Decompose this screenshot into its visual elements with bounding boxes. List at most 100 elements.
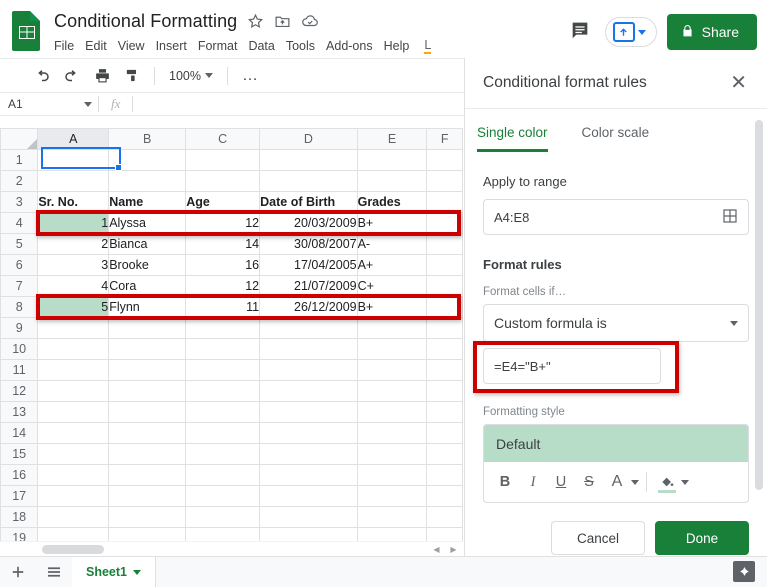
cell-C14[interactable] (185, 422, 261, 444)
all-sheets-icon[interactable] (36, 557, 72, 587)
cell-A1[interactable] (37, 149, 110, 171)
menu-data[interactable]: Data (248, 39, 274, 53)
cell-C1[interactable] (185, 149, 261, 171)
bold-button[interactable]: B (492, 468, 518, 496)
cell-B7[interactable]: Cora (108, 275, 187, 297)
select-all-corner[interactable] (0, 128, 39, 150)
cell-A11[interactable] (37, 359, 110, 381)
cell-C13[interactable] (185, 401, 261, 423)
cell-D15[interactable] (259, 443, 358, 465)
cell-B9[interactable] (108, 317, 187, 339)
menu-file[interactable]: File (54, 39, 74, 53)
menu-edit[interactable]: Edit (85, 39, 107, 53)
cell-C9[interactable] (185, 317, 261, 339)
cell-B16[interactable] (108, 464, 187, 486)
cell-B10[interactable] (108, 338, 187, 360)
fill-handle[interactable] (115, 164, 122, 171)
cell-C10[interactable] (185, 338, 261, 360)
cell-C11[interactable] (185, 359, 261, 381)
cell-E9[interactable] (356, 317, 428, 339)
cell-C17[interactable] (185, 485, 261, 507)
cell-E18[interactable] (356, 506, 428, 528)
cell-C12[interactable] (185, 380, 261, 402)
column-header-b[interactable]: B (108, 128, 187, 150)
cell-B13[interactable] (108, 401, 187, 423)
column-header-e[interactable]: E (356, 128, 428, 150)
cell-A14[interactable] (37, 422, 110, 444)
cell-F13[interactable] (426, 401, 463, 423)
page-title[interactable]: Conditional Formatting (54, 11, 237, 32)
cell-D2[interactable] (259, 170, 358, 192)
row-header-10[interactable]: 10 (0, 338, 39, 360)
more-options-button[interactable]: … (236, 67, 265, 85)
cell-B17[interactable] (108, 485, 187, 507)
sheet-tab-sheet1[interactable]: Sheet1 (72, 556, 156, 587)
range-input[interactable]: A4:E8 (483, 199, 749, 235)
cell-E8[interactable]: B+ (356, 296, 428, 318)
menu-format[interactable]: Format (198, 39, 238, 53)
share-button[interactable]: Share (666, 14, 757, 50)
cell-F5[interactable] (426, 233, 463, 255)
row-header-16[interactable]: 16 (0, 464, 39, 486)
cell-C8[interactable]: 11 (185, 296, 261, 318)
redo-icon[interactable] (58, 63, 86, 89)
cell-D8[interactable]: 26/12/2009 (259, 296, 358, 318)
cell-F10[interactable] (426, 338, 463, 360)
cell-B8[interactable]: Flynn (108, 296, 187, 318)
cell-D9[interactable] (259, 317, 358, 339)
cell-F4[interactable] (426, 212, 463, 234)
menu-insert[interactable]: Insert (156, 39, 187, 53)
cell-B15[interactable] (108, 443, 187, 465)
menu-help[interactable]: Help (384, 39, 410, 53)
cell-F8[interactable] (426, 296, 463, 318)
cell-E16[interactable] (356, 464, 428, 486)
cell-D16[interactable] (259, 464, 358, 486)
star-icon[interactable] (247, 13, 264, 30)
row-header-13[interactable]: 13 (0, 401, 39, 423)
cell-A13[interactable] (37, 401, 110, 423)
cell-E1[interactable] (356, 149, 428, 171)
cell-F14[interactable] (426, 422, 463, 444)
cell-F12[interactable] (426, 380, 463, 402)
zoom-control[interactable]: 100% (163, 67, 219, 85)
custom-formula-input[interactable]: =E4="B+" (483, 348, 661, 384)
italic-button[interactable]: I (520, 468, 546, 496)
menu-tools[interactable]: Tools (286, 39, 315, 53)
row-header-12[interactable]: 12 (0, 380, 39, 402)
row-header-15[interactable]: 15 (0, 443, 39, 465)
cell-C18[interactable] (185, 506, 261, 528)
cell-C7[interactable]: 12 (185, 275, 261, 297)
cell-E4[interactable]: B+ (356, 212, 428, 234)
scroll-left-icon[interactable]: ◀ (429, 543, 444, 556)
cell-D17[interactable] (259, 485, 358, 507)
cell-E13[interactable] (356, 401, 428, 423)
cell-A2[interactable] (37, 170, 110, 192)
column-header-f[interactable]: F (426, 128, 463, 150)
scrollbar-thumb[interactable] (42, 545, 104, 554)
cell-F3[interactable] (426, 191, 463, 213)
done-button[interactable]: Done (655, 521, 749, 555)
cell-A12[interactable] (37, 380, 110, 402)
close-icon[interactable]: ✕ (726, 69, 751, 97)
cell-A8[interactable]: 5 (37, 296, 110, 318)
last-edit-indicator[interactable]: L (424, 38, 432, 54)
cell-D13[interactable] (259, 401, 358, 423)
cell-F9[interactable] (426, 317, 463, 339)
row-header-4[interactable]: 4 (0, 212, 39, 234)
row-header-18[interactable]: 18 (0, 506, 39, 528)
spreadsheet-grid[interactable]: A B C D E F 1 2 3 Sr. No. Name Age Date of Bir… (0, 128, 463, 556)
tab-single-color[interactable]: Single color (477, 125, 548, 152)
row-header-17[interactable]: 17 (0, 485, 39, 507)
cell-A4[interactable]: 1 (37, 212, 110, 234)
column-header-c[interactable]: C (185, 128, 261, 150)
cell-B18[interactable] (108, 506, 187, 528)
cell-C2[interactable] (185, 170, 261, 192)
row-header-11[interactable]: 11 (0, 359, 39, 381)
column-header-a[interactable]: A (37, 128, 110, 150)
cell-E2[interactable] (356, 170, 428, 192)
cell-D4[interactable]: 20/03/2009 (259, 212, 358, 234)
cell-E7[interactable]: C+ (356, 275, 428, 297)
cell-B12[interactable] (108, 380, 187, 402)
cell-F6[interactable] (426, 254, 463, 276)
cell-E15[interactable] (356, 443, 428, 465)
